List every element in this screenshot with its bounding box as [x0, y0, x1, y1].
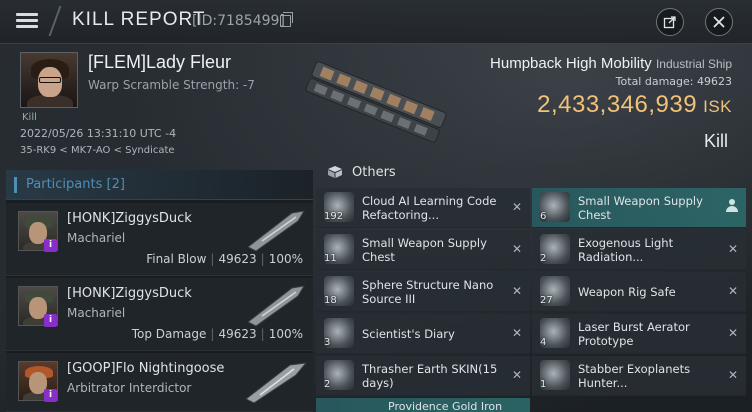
close-button[interactable] [705, 8, 733, 36]
participant-stats: Final Blow | 49623 | 100% [146, 252, 303, 266]
menu-button[interactable] [14, 10, 40, 32]
list-item[interactable]: 6 Small Weapon Supply Chest [532, 188, 746, 228]
remove-item-button[interactable]: ✕ [512, 368, 522, 382]
page-title: KILL REPORT [72, 9, 206, 30]
list-item[interactable]: 27 Weapon Rig Safe ✕ [532, 272, 746, 312]
list-item[interactable]: 3 Scientist's Diary ✕ [316, 314, 530, 354]
participant-ship: Arbitrator Interdictor [67, 381, 192, 395]
list-item[interactable]: 11 Small Weapon Supply Chest ✕ [316, 230, 530, 270]
participant-name: [HONK]ZiggysDuck [67, 286, 192, 301]
info-badge-icon[interactable]: i [44, 389, 57, 402]
list-item[interactable]: 2 Exogenous Light Radiation... ✕ [532, 230, 746, 270]
participant-ship: Machariel [67, 306, 126, 320]
list-item[interactable]: 4 Laser Burst Aerator Prototype ✕ [532, 314, 746, 354]
item-name: Exogenous Light Radiation... [578, 236, 674, 264]
participant-row[interactable]: i [HONK]ZiggysDuck Machariel Top Damage |… [6, 278, 313, 351]
ship-name: Humpback High Mobility Industrial Ship [490, 55, 732, 72]
list-item[interactable]: 2 Thrasher Earth SKIN(15 days) ✕ [316, 356, 530, 396]
cube-icon [328, 166, 342, 178]
item-name: Thrasher Earth SKIN(15 days) [362, 362, 498, 390]
remove-item-button[interactable]: ✕ [512, 284, 522, 298]
item-quantity: 6 [540, 211, 547, 222]
participant-ship: Machariel [67, 231, 126, 245]
item-name: Weapon Rig Safe [578, 285, 676, 299]
isk-value: 2,433,346,939 ISK [537, 91, 732, 118]
item-name: Small Weapon Supply Chest [578, 194, 703, 222]
header-bar: KILL REPORT [ID:7185499] [0, 0, 752, 44]
item-quantity: 27 [540, 295, 553, 306]
header-divider [48, 6, 72, 36]
victim-name[interactable]: [FLEM]Lady Fleur [88, 52, 231, 73]
warp-scramble-strength: Warp Scramble Strength: -7 [88, 78, 255, 92]
remove-item-button[interactable]: ✕ [728, 242, 738, 256]
item-quantity: 18 [324, 295, 337, 306]
close-icon [713, 16, 725, 28]
participant-row[interactable]: i [HONK]ZiggysDuck Machariel Final Blow |… [6, 203, 313, 276]
item-name: Sphere Structure Nano Source III [362, 278, 494, 306]
remove-item-button[interactable]: ✕ [512, 242, 522, 256]
kill-datetime: 2022/05/26 13:31:10 UTC -4 [20, 127, 177, 140]
item-name: Scientist's Diary [362, 327, 455, 341]
remove-item-button[interactable]: ✕ [728, 326, 738, 340]
item-quantity: 2 [324, 379, 331, 390]
participant-name: [GOOP]Flo Nightingoose [67, 361, 225, 376]
participant-name: [HONK]ZiggysDuck [67, 211, 192, 226]
report-id: [ID:7185499] [192, 13, 285, 29]
item-quantity: 2 [540, 253, 547, 264]
participant-ship-image [247, 210, 305, 252]
participant-row[interactable]: i [GOOP]Flo Nightingoose Arbitrator Inte… [6, 353, 313, 412]
total-damage: Total damage: 49623 [615, 75, 732, 88]
item-name: Stabber Exoplanets Hunter... [578, 362, 691, 390]
list-item[interactable]: 1 Stabber Exoplanets Hunter... ✕ [532, 356, 746, 396]
ship-class: Industrial Ship [655, 57, 732, 71]
victim-avatar[interactable] [20, 52, 78, 108]
share-icon [663, 16, 676, 29]
item-name: Providence Gold Iron [388, 400, 503, 412]
info-badge-icon[interactable]: i [44, 239, 57, 252]
list-item[interactable]: Providence Gold Iron [316, 398, 530, 412]
item-quantity: 11 [324, 253, 337, 264]
item-quantity: 3 [324, 337, 331, 348]
remove-item-button[interactable]: ✕ [512, 326, 522, 340]
kill-location: 35-RK9 < MK7-AO < Syndicate [20, 145, 175, 156]
section-label-others: Others [352, 165, 396, 180]
participant-stats: Top Damage | 49623 | 100% [131, 327, 303, 341]
item-name: Laser Burst Aerator Prototype [578, 320, 690, 348]
share-button[interactable] [656, 8, 684, 36]
list-item[interactable]: 18 Sphere Structure Nano Source III ✕ [316, 272, 530, 312]
participants-label: Participants [2] [26, 177, 125, 192]
result-label: Kill [703, 131, 728, 151]
remove-item-button[interactable]: ✕ [728, 284, 738, 298]
victim-ship-image [305, 61, 447, 143]
remove-item-button[interactable]: ✕ [728, 368, 738, 382]
item-quantity: 4 [540, 337, 547, 348]
remove-item-button[interactable]: ✕ [512, 200, 522, 214]
item-name: Small Weapon Supply Chest [362, 236, 487, 264]
item-name: Cloud AI Learning Code Refactoring... [362, 194, 497, 222]
participant-ship-image [247, 285, 305, 327]
list-item[interactable]: 192 Cloud AI Learning Code Refactoring..… [316, 188, 530, 228]
person-icon[interactable] [726, 199, 738, 213]
participants-header[interactable]: Participants [2] [6, 170, 313, 200]
copy-icon[interactable] [280, 12, 293, 27]
item-quantity: 192 [324, 211, 344, 222]
participants-panel: Participants [2] i [HONK]ZiggysDuck Mach… [6, 170, 313, 412]
participant-ship-image [245, 362, 308, 403]
item-quantity: 1 [540, 379, 547, 390]
info-badge-icon[interactable]: i [44, 314, 57, 327]
kill-tag: Kill [22, 112, 37, 123]
